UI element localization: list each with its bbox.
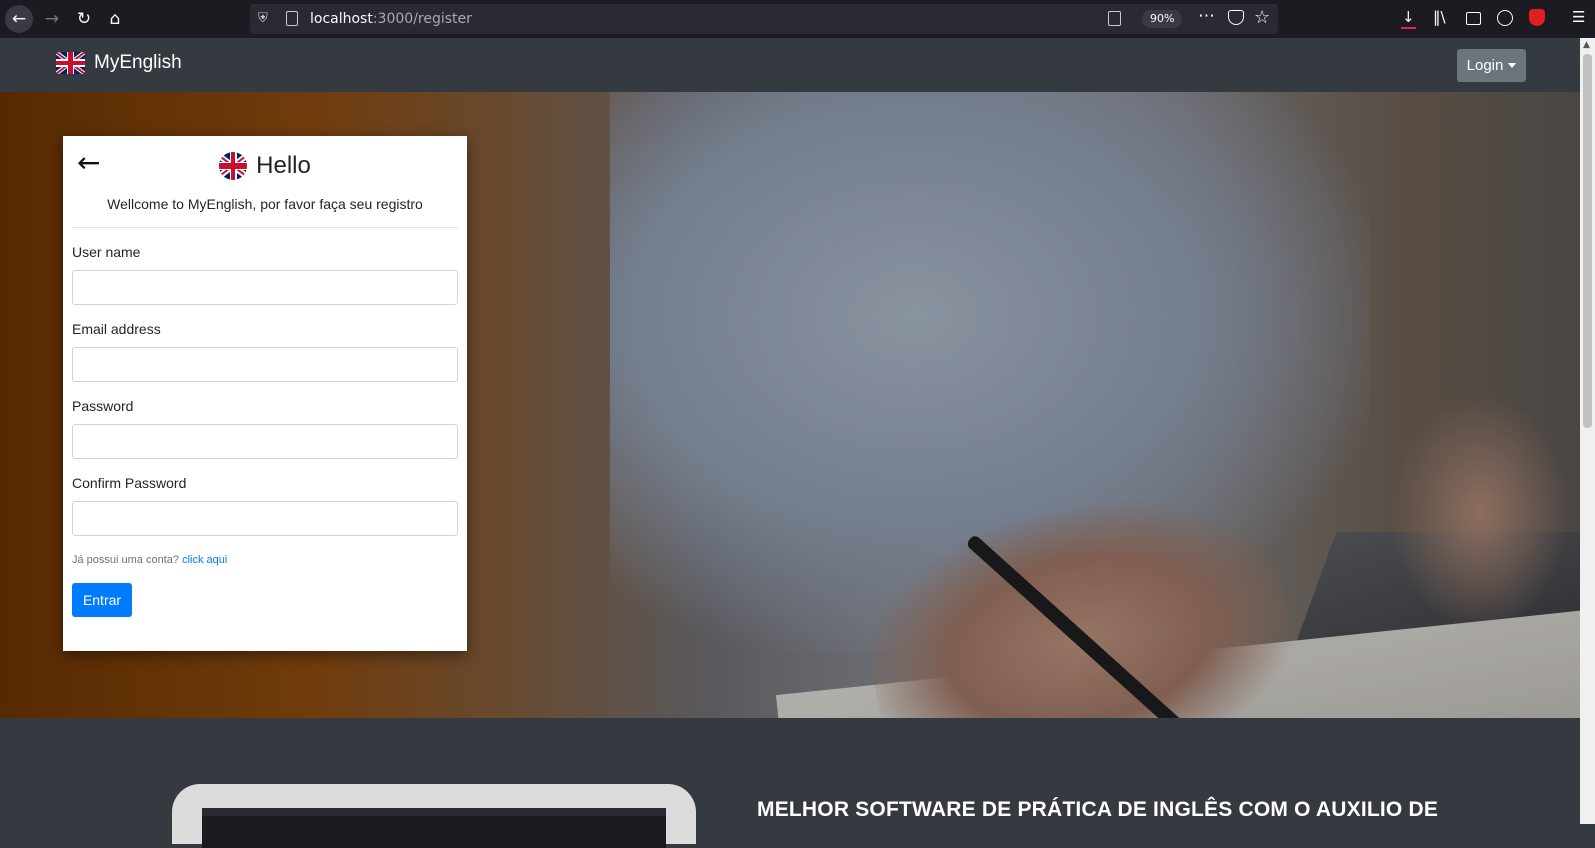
- browser-toolbar: ← → ↻ ⌂ ⛨ localhost:3000/register 90% ⋯ …: [0, 0, 1595, 38]
- brand-name: MyEnglish: [94, 52, 182, 73]
- account-prompt: Já possui uma conta? click aqui: [72, 554, 227, 566]
- uk-flag-icon: [56, 52, 85, 74]
- login-label: Login: [1466, 57, 1504, 74]
- username-label: User name: [72, 244, 141, 260]
- login-dropdown-button[interactable]: Login: [1457, 49, 1526, 82]
- laptop-screenshot-image: [172, 784, 696, 848]
- uk-flag-icon: [219, 152, 248, 180]
- password-label: Password: [72, 398, 134, 414]
- forward-arrow-icon[interactable]: →: [38, 5, 66, 33]
- card-subtitle: Wellcome to MyEnglish, por favor faça se…: [107, 196, 423, 212]
- bookmark-star-icon[interactable]: ☆: [1254, 7, 1270, 28]
- page-icon: [286, 11, 298, 26]
- more-dots-icon[interactable]: ⋯: [1198, 6, 1215, 26]
- url-text[interactable]: localhost:3000/register: [310, 11, 472, 27]
- confirm-password-label: Confirm Password: [72, 475, 187, 491]
- reader-view-icon[interactable]: [1108, 11, 1121, 26]
- download-icon[interactable]: ↓: [1401, 8, 1416, 29]
- username-input[interactable]: [72, 270, 458, 305]
- register-card: ← Hello Wellcome to MyEnglish, por favor…: [63, 136, 467, 651]
- sidebar-icon[interactable]: [1466, 12, 1481, 25]
- account-icon[interactable]: [1497, 10, 1513, 26]
- library-icon[interactable]: ‖\: [1433, 8, 1446, 26]
- submit-button[interactable]: Entrar: [72, 583, 132, 617]
- divider: [72, 227, 458, 228]
- site-navbar: MyEnglish Login: [0, 38, 1580, 92]
- password-input[interactable]: [72, 424, 458, 459]
- zoom-level-badge[interactable]: 90%: [1142, 10, 1183, 28]
- features-heading: MELHOR SOFTWARE DE PRÁTICA DE INGLÊS COM…: [757, 798, 1439, 821]
- email-label: Email address: [72, 321, 161, 337]
- url-host: localhost: [310, 11, 373, 27]
- scroll-up-icon[interactable]: ▲: [1583, 40, 1590, 50]
- back-arrow-icon[interactable]: ←: [5, 5, 33, 33]
- shield-icon[interactable]: ⛨: [258, 11, 272, 27]
- menu-icon[interactable]: ☰: [1572, 8, 1585, 26]
- brand-link[interactable]: MyEnglish: [56, 52, 182, 74]
- card-header: Hello: [63, 152, 467, 180]
- home-icon[interactable]: ⌂: [101, 5, 129, 33]
- card-title: Hello: [256, 152, 311, 179]
- caret-down-icon: [1508, 63, 1517, 68]
- confirm-password-input[interactable]: [72, 501, 458, 536]
- account-prompt-text: Já possui uma conta?: [72, 554, 180, 566]
- address-bar[interactable]: ⛨ localhost:3000/register 90% ⋯ ☆: [250, 4, 1278, 34]
- url-path: :3000/register: [372, 11, 472, 27]
- email-input[interactable]: [72, 347, 458, 382]
- ublock-icon[interactable]: [1529, 9, 1545, 26]
- reload-icon[interactable]: ↻: [70, 5, 98, 33]
- page-scrollbar[interactable]: ▲: [1580, 38, 1595, 824]
- login-link[interactable]: click aqui: [182, 554, 227, 566]
- scrollbar-thumb[interactable]: [1583, 54, 1592, 428]
- features-section: MELHOR SOFTWARE DE PRÁTICA DE INGLÊS COM…: [0, 718, 1580, 848]
- pocket-icon[interactable]: [1228, 10, 1244, 25]
